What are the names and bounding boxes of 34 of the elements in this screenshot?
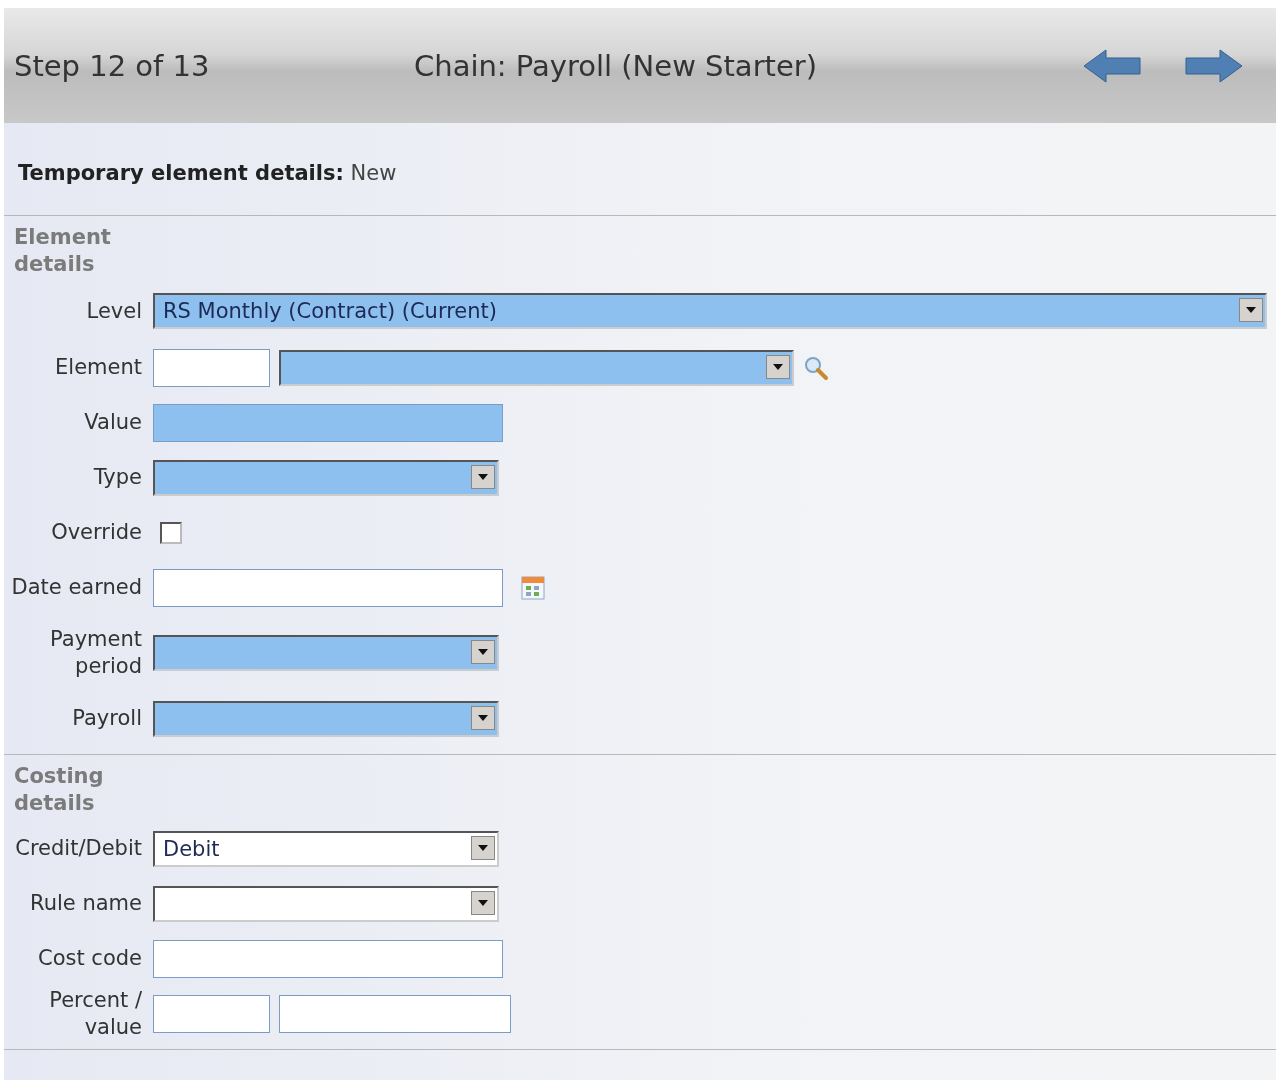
dropdown-field[interactable] [153,459,499,496]
dropdown-field[interactable] [153,700,499,737]
field-label: Credit/Debit [14,835,143,862]
section-heading: Costing details [14,763,105,817]
chain-title: Chain: Payroll (New Starter) [414,48,818,83]
search-icon[interactable] [803,354,829,381]
input-field[interactable] [153,939,503,978]
back-arrow-icon[interactable] [1082,47,1144,84]
dropdown-field[interactable] [153,885,499,922]
field-label: Level [85,297,143,325]
field-label: Override [50,519,143,546]
checkbox[interactable] [160,521,182,544]
field-label: Payment period [49,626,143,680]
field-label: Payroll [71,705,143,732]
field-label: Percent / value [48,986,143,1041]
record-status: Temporary element details: New [18,161,397,185]
dropdown-field[interactable] [153,635,499,671]
dropdown-field[interactable]: RS Monthly (Contract) (Current) [153,293,1267,329]
input-field[interactable] [153,403,503,442]
field-label: Date earned [10,574,143,601]
input-field[interactable] [153,568,503,607]
step-indicator: Step 12 of 13 [14,48,211,83]
section-heading: Element details [14,224,112,278]
input-field[interactable] [153,348,270,387]
dropdown-field[interactable] [279,349,794,386]
field-label: Cost code [37,945,143,972]
input-field[interactable] [279,994,511,1033]
field-label: Rule name [29,890,143,917]
field-label: Element [54,354,143,381]
field-label: Value [83,409,143,436]
field-label: Type [92,464,143,491]
dropdown-field[interactable]: Debit [153,830,499,867]
input-field[interactable] [153,994,270,1033]
forward-arrow-icon[interactable] [1182,47,1244,84]
